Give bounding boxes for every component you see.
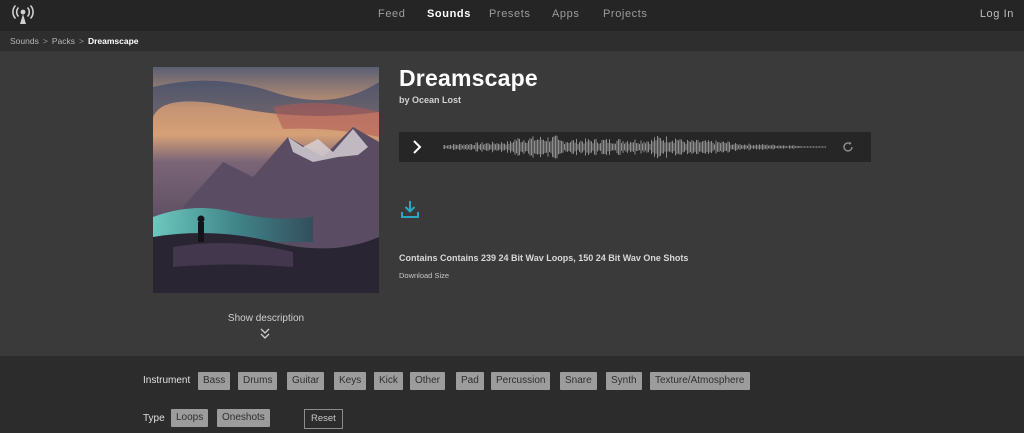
download-icon[interactable] <box>401 200 419 219</box>
filters-panel: Instrument Bass Drums Guitar Keys Kick O… <box>0 356 1024 433</box>
chevron-down-icon[interactable] <box>258 327 272 341</box>
nav-links: Feed Sounds Presets Apps Projects <box>0 0 1024 31</box>
reset-button[interactable]: Reset <box>304 409 343 429</box>
audio-player <box>399 132 871 162</box>
top-nav: Feed Sounds Presets Apps Projects Log In <box>0 0 1024 31</box>
nav-projects[interactable]: Projects <box>603 8 648 20</box>
login-link[interactable]: Log In <box>980 8 1014 20</box>
filter-chip-drums[interactable]: Drums <box>238 372 278 390</box>
breadcrumb-current: Dreamscape <box>87 36 139 46</box>
filter-chip-keys[interactable]: Keys <box>334 372 367 390</box>
type-label: Type <box>143 413 165 424</box>
filter-chip-other[interactable]: Other <box>410 372 446 390</box>
breadcrumb-separator: > <box>78 36 84 46</box>
filter-chip-loops[interactable]: Loops <box>171 409 209 427</box>
pack-main: Show description Dreamscape by Ocean Los… <box>0 51 1024 356</box>
pack-author[interactable]: by Ocean Lost <box>399 95 461 105</box>
nav-feed[interactable]: Feed <box>378 8 405 20</box>
pack-cover-image <box>153 67 379 293</box>
nav-apps[interactable]: Apps <box>552 8 579 20</box>
filter-chip-oneshots[interactable]: Oneshots <box>217 409 270 427</box>
filter-chip-kick[interactable]: Kick <box>374 372 403 390</box>
pack-contents: Contains Contains 239 24 Bit Wav Loops, … <box>399 253 689 263</box>
filter-chip-bass[interactable]: Bass <box>198 372 231 390</box>
download-size-label: Download Size <box>399 271 450 280</box>
filter-chip-snare[interactable]: Snare <box>560 372 597 390</box>
filter-chip-texture-atmosphere[interactable]: Texture/Atmosphere <box>650 372 750 390</box>
play-icon[interactable] <box>409 139 425 155</box>
instrument-label: Instrument <box>143 375 191 386</box>
nav-sounds[interactable]: Sounds <box>427 8 471 20</box>
waveform[interactable] <box>443 135 827 159</box>
filter-chip-percussion[interactable]: Percussion <box>491 372 551 390</box>
filter-chip-guitar[interactable]: Guitar <box>287 372 325 390</box>
breadcrumb-separator: > <box>42 36 48 46</box>
filter-chip-pad[interactable]: Pad <box>456 372 484 390</box>
show-description-link[interactable]: Show description <box>153 313 379 324</box>
nav-presets[interactable]: Presets <box>489 8 531 20</box>
breadcrumb: Sounds > Packs > Dreamscape <box>0 31 1024 51</box>
filter-chip-synth[interactable]: Synth <box>606 372 642 390</box>
pack-title: Dreamscape <box>399 65 538 91</box>
reload-icon[interactable] <box>841 140 855 154</box>
breadcrumb-packs[interactable]: Packs <box>52 36 75 46</box>
breadcrumb-sounds[interactable]: Sounds <box>10 36 39 46</box>
